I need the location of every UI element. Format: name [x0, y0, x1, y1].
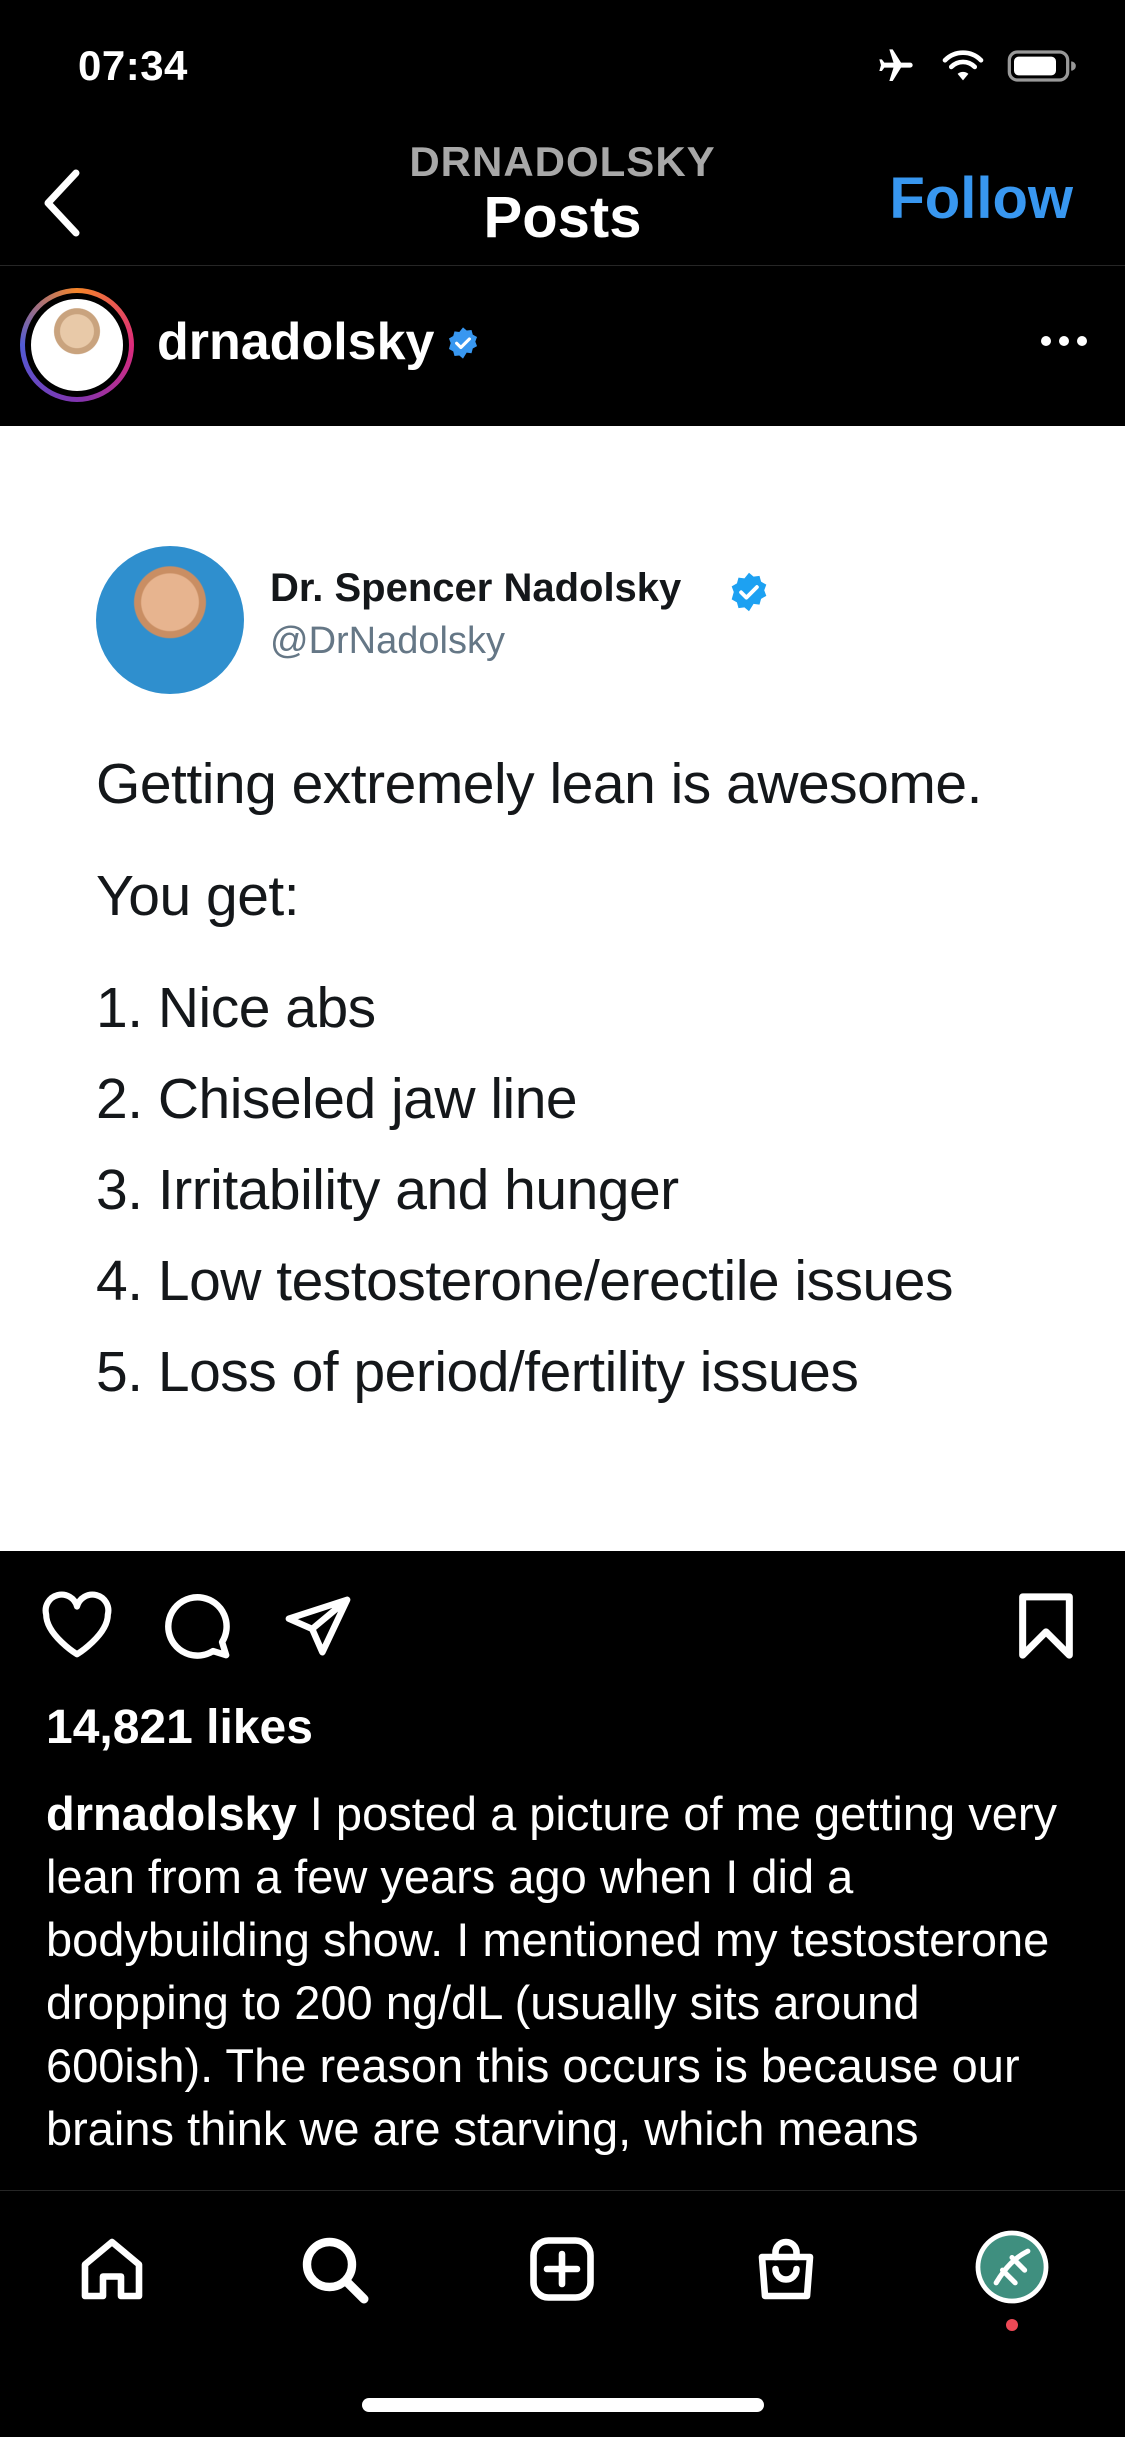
- shop-icon[interactable]: [750, 2233, 822, 2305]
- status-bar: 07:34: [0, 0, 1125, 135]
- notification-dot: [1006, 2319, 1018, 2331]
- tweet-author-name: Dr. Spencer Nadolsky: [270, 566, 682, 610]
- home-icon[interactable]: [76, 2233, 148, 2305]
- tweet-line: 4. Low testosterone/erectile issues: [96, 1249, 953, 1313]
- post-caption: drnadolsky I posted a picture of me gett…: [46, 1782, 1086, 2182]
- post-header: drnadolsky: [0, 266, 1125, 426]
- tweet-line: Getting extremely lean is awesome.: [96, 752, 982, 816]
- tweet-line: 2. Chiseled jaw line: [96, 1067, 578, 1131]
- tweet-line: 5. Loss of period/fertility issues: [96, 1340, 859, 1404]
- verified-badge-icon: [448, 327, 478, 359]
- tweet-handle: @DrNadolsky: [270, 620, 505, 662]
- status-time: 07:34: [78, 42, 188, 89]
- likes-count[interactable]: 14,821 likes: [46, 1700, 313, 1755]
- share-icon[interactable]: [282, 1591, 354, 1661]
- status-icons: [873, 46, 1077, 86]
- avatar[interactable]: [20, 288, 134, 402]
- wifi-icon: [942, 50, 984, 81]
- tweet-avatar: [96, 546, 244, 694]
- heart-icon[interactable]: [40, 1591, 114, 1659]
- battery-icon: [1007, 50, 1076, 82]
- more-options-icon[interactable]: [1041, 336, 1087, 346]
- bookmark-icon[interactable]: [1016, 1591, 1076, 1661]
- nav-bar: DRNADOLSKY Posts Follow: [0, 135, 1125, 266]
- caption-text: I posted a picture of me getting very le…: [46, 1787, 1057, 2155]
- post-username[interactable]: drnadolsky: [157, 312, 434, 372]
- home-indicator[interactable]: [362, 2398, 764, 2412]
- create-post-icon[interactable]: [526, 2233, 598, 2305]
- follow-button[interactable]: Follow: [889, 165, 1073, 232]
- comment-icon[interactable]: [162, 1591, 232, 1661]
- search-icon[interactable]: [298, 2233, 370, 2305]
- post-image[interactable]: Dr. Spencer Nadolsky @DrNadolsky Getting…: [0, 426, 1125, 1551]
- profile-avatar-icon[interactable]: [974, 2229, 1050, 2305]
- caption-username[interactable]: drnadolsky: [46, 1787, 297, 1840]
- tweet-line: 3. Irritability and hunger: [96, 1158, 679, 1222]
- airplane-icon: [879, 49, 913, 81]
- post-actions: [0, 1551, 1125, 1691]
- tweet-line: You get:: [96, 864, 300, 928]
- tweet-line: 1. Nice abs: [96, 976, 376, 1040]
- tweet-verified-icon: [731, 572, 767, 612]
